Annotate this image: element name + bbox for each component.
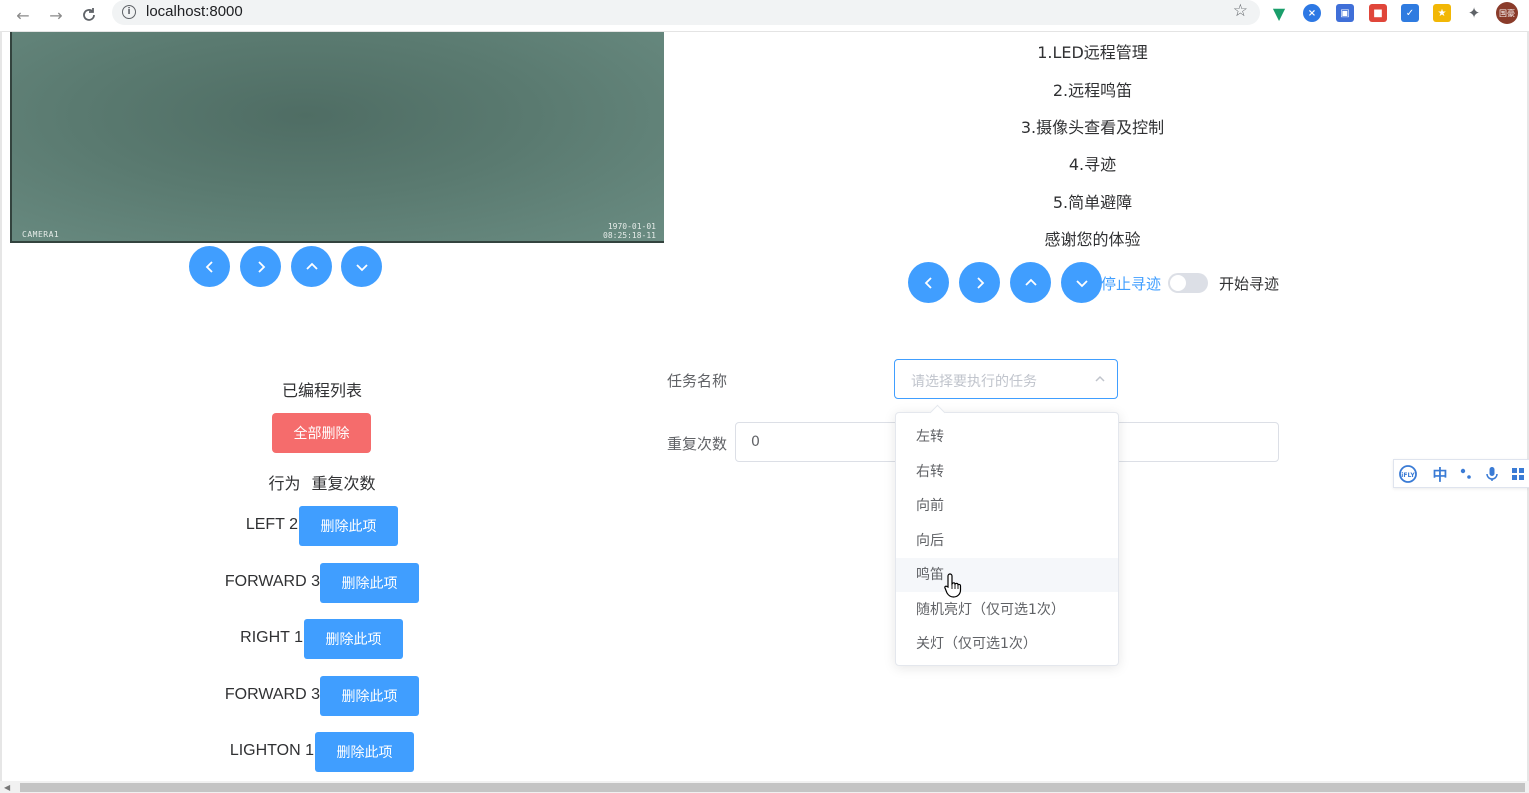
- camera-label: CAMERA1: [22, 230, 60, 239]
- horizontal-scrollbar[interactable]: ◀: [0, 781, 1529, 793]
- extension-red-icon[interactable]: ■: [1369, 4, 1387, 22]
- program-list-title: 已编程列表: [281, 381, 362, 400]
- option-backward[interactable]: 向后: [896, 524, 1118, 558]
- program-item-text: FORWARD 3: [224, 573, 320, 590]
- camera-video-feed: CAMERA1 1970-01-01 08:25:18-11: [10, 32, 664, 243]
- chevron-left-icon: [205, 260, 213, 273]
- intro-line-tracking: 4.寻迹: [1068, 155, 1117, 174]
- program-item-text: RIGHT 1: [240, 629, 303, 646]
- ime-punctuation-icon[interactable]: [1456, 464, 1476, 484]
- option-horn[interactable]: 鸣笛: [896, 558, 1118, 592]
- car-right-button[interactable]: [959, 262, 1000, 303]
- browser-toolbar: ← → i localhost:8000 ☆ ▼ × ▣ ■ ✓ ★ ✦ 国豪: [0, 0, 1529, 32]
- delete-item-button[interactable]: 删除此项: [320, 676, 419, 716]
- intro-line-thanks: 感谢您的体验: [1044, 230, 1141, 249]
- option-turn-left[interactable]: 左转: [896, 420, 1118, 454]
- delete-all-button[interactable]: 全部删除: [272, 413, 371, 453]
- option-turn-right[interactable]: 右转: [896, 455, 1118, 489]
- program-item-text: LEFT 2: [245, 516, 298, 533]
- repeat-count-label: 重复次数: [667, 435, 728, 453]
- camera-down-button[interactable]: [341, 246, 382, 287]
- hand-cursor-icon: [944, 573, 962, 598]
- camera-left-button[interactable]: [189, 246, 230, 287]
- extension-blue-circle-icon[interactable]: ×: [1303, 4, 1321, 22]
- program-item-text: LIGHTON 1: [229, 742, 314, 759]
- chevron-right-icon: [257, 260, 265, 273]
- option-lights-off[interactable]: 关灯（仅可选1次）: [896, 627, 1118, 661]
- task-select-placeholder: 请选择要执行的任务: [911, 374, 1037, 390]
- address-bar[interactable]: i localhost:8000 ☆: [112, 0, 1260, 25]
- ime-language-toggle[interactable]: 中: [1430, 464, 1450, 484]
- chevron-up-icon: [1024, 278, 1037, 286]
- car-forward-button[interactable]: [1010, 262, 1051, 303]
- vue-devtools-icon[interactable]: ▼: [1270, 4, 1288, 23]
- intro-line-horn: 2.远程鸣笛: [1052, 81, 1133, 100]
- chevron-down-icon: [1075, 279, 1088, 287]
- delete-item-button[interactable]: 删除此项: [320, 563, 419, 603]
- delete-item-button[interactable]: 删除此项: [304, 619, 403, 659]
- ime-microphone-icon[interactable]: [1482, 464, 1502, 484]
- site-info-icon[interactable]: i: [122, 5, 136, 19]
- task-dropdown-menu: 左转 右转 向前 向后 鸣笛 随机亮灯（仅可选1次） 关灯（仅可选1次）: [895, 404, 1119, 666]
- car-backward-button[interactable]: [1061, 262, 1102, 303]
- ime-grid-icon[interactable]: [1508, 464, 1528, 484]
- reload-icon[interactable]: [77, 3, 101, 27]
- chevron-up-icon: [1095, 375, 1105, 382]
- scrollbar-thumb[interactable]: [20, 783, 1525, 792]
- camera-date: 1970-01-01: [607, 222, 656, 231]
- chevron-down-icon: [355, 263, 368, 271]
- program-item-text: FORWARD 3: [224, 686, 320, 703]
- option-random-light[interactable]: 随机亮灯（仅可选1次）: [896, 593, 1118, 627]
- window-left-edge: [0, 31, 2, 781]
- bookmark-star-icon[interactable]: ☆: [1233, 1, 1248, 21]
- repeat-count-value: 0: [751, 434, 760, 450]
- ime-logo-icon[interactable]: iFLY: [1398, 464, 1418, 484]
- back-icon[interactable]: ←: [11, 3, 35, 27]
- chevron-left-icon: [924, 276, 932, 289]
- delete-item-button[interactable]: 删除此项: [299, 506, 398, 546]
- camera-right-button[interactable]: [240, 246, 281, 287]
- task-select[interactable]: 请选择要执行的任务: [894, 359, 1118, 399]
- chevron-right-icon: [976, 276, 984, 289]
- camera-timestamp: 1970-01-01 08:25:18-11: [603, 222, 656, 240]
- start-tracking-label[interactable]: 开始寻迹: [1219, 273, 1279, 294]
- task-name-label: 任务名称: [667, 372, 728, 390]
- extension-yellow-icon[interactable]: ★: [1433, 4, 1451, 22]
- intro-line-avoidance: 5.简单避障: [1052, 193, 1133, 212]
- option-forward[interactable]: 向前: [896, 489, 1118, 523]
- url-text: localhost:8000: [146, 3, 243, 20]
- chevron-up-icon: [305, 262, 318, 270]
- header-repeat-count: 重复次数: [311, 474, 376, 493]
- program-list-headers: 行为 重复次数: [222, 470, 422, 494]
- extensions-puzzle-icon[interactable]: ✦: [1465, 4, 1483, 22]
- header-action: 行为: [268, 474, 301, 493]
- intro-line-led: 1.LED远程管理: [1037, 43, 1148, 62]
- profile-avatar[interactable]: 国豪: [1496, 2, 1518, 24]
- toggle-knob: [1170, 275, 1186, 291]
- dropdown-caret: [929, 404, 946, 421]
- extension-mail-icon[interactable]: ✓: [1401, 4, 1419, 22]
- stop-tracking-label[interactable]: 停止寻迹: [1101, 273, 1161, 294]
- svg-text:iFLY: iFLY: [1401, 472, 1415, 479]
- forward-icon[interactable]: →: [44, 3, 68, 27]
- car-left-button[interactable]: [908, 262, 949, 303]
- camera-up-button[interactable]: [291, 246, 332, 287]
- tracking-toggle[interactable]: [1168, 273, 1208, 293]
- delete-item-button[interactable]: 删除此项: [315, 732, 414, 772]
- extension-screen-icon[interactable]: ▣: [1336, 4, 1354, 22]
- ime-toolbar: iFLY 中: [1393, 459, 1529, 488]
- camera-time: 08:25:18-11: [603, 231, 656, 240]
- intro-line-camera: 3.摄像头查看及控制: [1020, 118, 1165, 137]
- scroll-left-icon[interactable]: ◀: [4, 783, 10, 792]
